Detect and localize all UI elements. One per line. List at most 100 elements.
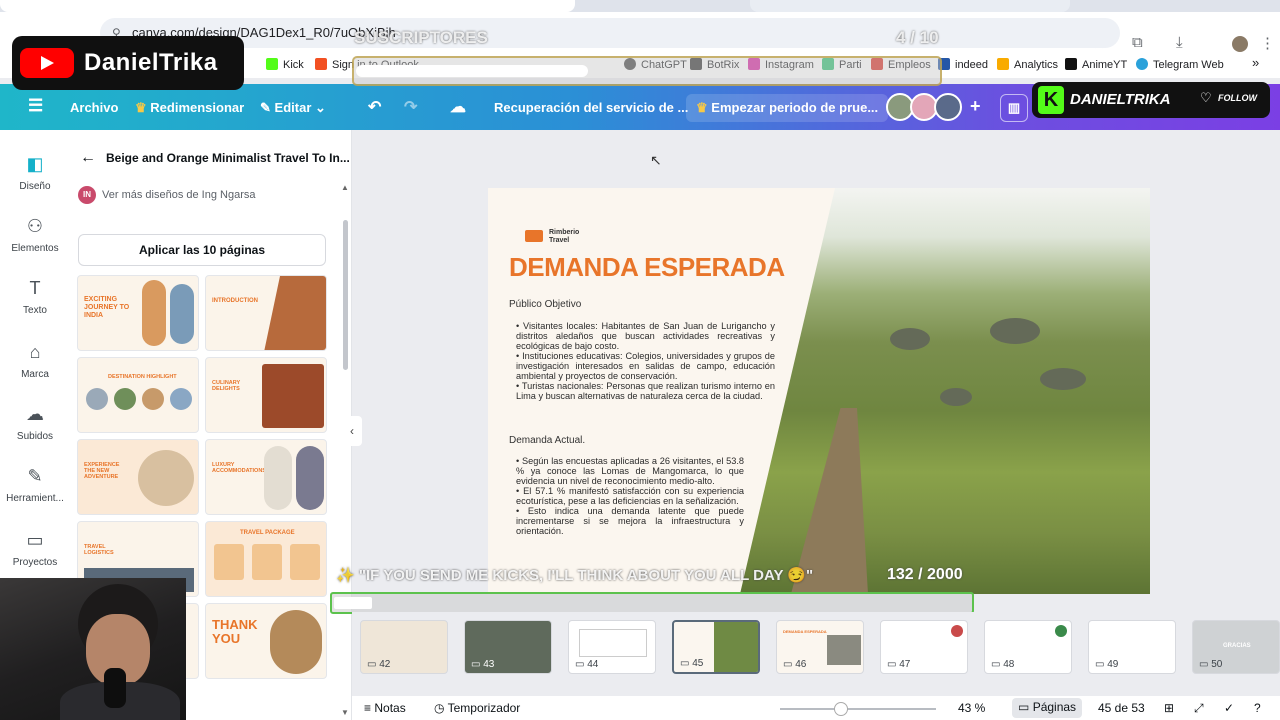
heart-icon: ♡ <box>1200 90 1212 105</box>
template-title: Beige and Orange Minimalist Travel To In… <box>106 151 350 165</box>
page-thumb[interactable]: ▭ 47 <box>880 620 968 674</box>
back-arrow-icon[interactable]: ← <box>80 149 96 167</box>
zoom-slider[interactable] <box>780 702 936 716</box>
template-page-thumb[interactable]: EXPERIENCE THE NEW ADVENTURE <box>77 439 199 515</box>
slide-section-heading[interactable]: Demanda Actual. <box>509 435 585 446</box>
slide-bullet: • Según las encuestas aplicadas a 26 vis… <box>516 456 744 486</box>
page-thumb[interactable]: ▭ 42 <box>360 620 448 674</box>
channel-name: DanielTrika <box>84 49 218 76</box>
page-thumb[interactable]: ▭ 49 <box>1088 620 1176 674</box>
template-page-thumb[interactable]: TRAVEL PACKAGE <box>205 521 327 597</box>
browser-tabstrip <box>0 0 1280 12</box>
slide-title[interactable]: DEMANDA ESPERADA <box>509 252 785 283</box>
tools-icon: ✎ <box>27 466 43 486</box>
zoom-level[interactable]: 43 % <box>958 701 985 715</box>
rail-item-uploads[interactable]: ☁ Subidos <box>0 404 70 442</box>
page-thumb[interactable]: GRACIAS ▭ 50 <box>1192 620 1280 674</box>
add-collaborator-icon[interactable]: + <box>970 96 981 117</box>
kick-logo-icon: K <box>1038 86 1064 114</box>
mouse-cursor-icon: ↖ <box>650 152 662 168</box>
download-icon[interactable]: ⤓ <box>1176 34 1183 51</box>
extensions-icon[interactable]: ⧉ <box>1132 34 1143 51</box>
folder-icon: ▭ <box>26 530 44 550</box>
more-bookmarks-icon[interactable]: » <box>1252 55 1259 70</box>
template-page-thumb[interactable]: LUXURY ACCOMMODATIONS <box>205 439 327 515</box>
author-link[interactable]: Ver más diseños de Ing Ngarsa <box>102 189 255 201</box>
left-nav-rail: ◧ Diseño ⚇ Elementos T Texto ⌂ Marca ☁ Subido… <box>0 130 70 580</box>
template-page-thumb[interactable]: THANK YOU <box>205 603 327 679</box>
page-thumb[interactable]: ▭ 48 <box>984 620 1072 674</box>
rail-item-projects[interactable]: ▭ Proyectos <box>0 530 70 568</box>
rail-item-tools[interactable]: ✎ Herramient... <box>0 466 70 504</box>
rail-item-elements[interactable]: ⚇ Elementos <box>0 216 70 254</box>
page-thumb[interactable]: ▭ 43 <box>464 620 552 674</box>
kick-channel-name: DANIELTRIKA <box>1070 91 1171 108</box>
check-icon[interactable]: ✓ <box>1224 701 1234 715</box>
slide-bullet-list[interactable]: • Según las encuestas aplicadas a 26 vis… <box>516 456 744 536</box>
address-bar[interactable]: ⚲ canva.com/design/DAG1Dex1_R0/7uObXiBjh <box>100 18 1120 48</box>
bookmark-animeyt[interactable]: AnimeYT <box>1065 58 1127 71</box>
rail-item-brand[interactable]: ⌂ Marca <box>0 342 70 380</box>
page-counter: 45 de 53 <box>1098 701 1145 715</box>
chevron-down-icon: ⌄ <box>315 100 326 115</box>
grid-view-icon[interactable]: ⊞ <box>1164 701 1174 715</box>
elements-icon: ⚇ <box>26 216 44 236</box>
start-trial-button[interactable]: ♛ Empezar periodo de prue... <box>686 94 889 122</box>
subscribers-progress-bar <box>352 56 942 86</box>
pencil-icon: ✎ <box>260 100 271 115</box>
rail-item-design[interactable]: ◧ Diseño <box>0 154 70 192</box>
redo-icon[interactable]: ↷ <box>404 97 417 117</box>
slide-brand: Rimberio Travel <box>549 229 580 244</box>
upload-icon: ☁ <box>26 404 44 424</box>
slide-section-heading[interactable]: Público Objetivo <box>509 299 581 310</box>
browser-tab[interactable] <box>750 0 1070 12</box>
menu-icon[interactable]: ⋮ <box>1260 34 1275 52</box>
bookmark-kick[interactable]: Kick <box>266 58 304 71</box>
pages-icon: ▭ <box>1018 700 1030 714</box>
timer-icon: ◷ <box>434 701 445 715</box>
slide-bullet: • Instituciones educativas: Colegios, un… <box>516 351 775 381</box>
hamburger-menu-icon[interactable]: ☰ <box>28 96 43 116</box>
undo-icon[interactable]: ↶ <box>368 97 381 117</box>
scroll-down-icon[interactable]: ▼ <box>341 708 349 717</box>
slide-bullet: • Esto indica una demanda latente que pu… <box>516 506 744 536</box>
file-menu[interactable]: Archivo <box>70 100 118 115</box>
text-icon: T <box>29 278 41 298</box>
cloud-sync-icon[interactable]: ☁ <box>450 97 466 117</box>
rail-item-text[interactable]: T Texto <box>0 278 70 316</box>
panel-scrollbar[interactable] <box>343 220 348 370</box>
youtube-logo-icon <box>20 48 74 78</box>
template-page-thumb[interactable]: CULINARY DELIGHTS <box>205 357 327 433</box>
sparkle-icon: ✨ <box>336 567 355 584</box>
collaborator-avatar[interactable] <box>934 93 962 121</box>
subscribers-label: SUSCRIPTORES <box>354 28 488 47</box>
page-thumb-active[interactable]: ▭ 45 <box>672 620 760 674</box>
profile-avatar[interactable] <box>1232 36 1248 52</box>
bookmark-telegram[interactable]: Telegram Web <box>1136 58 1224 71</box>
comment-count: ▭ 48 <box>991 659 1015 670</box>
pages-toggle[interactable]: ▭ Páginas <box>1012 698 1083 718</box>
help-icon[interactable]: ? <box>1254 701 1261 715</box>
template-page-thumb[interactable]: EXCITING JOURNEY TO INDIA <box>77 275 199 351</box>
template-page-thumb[interactable]: INTRODUCTION <box>205 275 327 351</box>
slide-bullet-list[interactable]: • Visitantes locales: Habitantes de San … <box>516 321 775 401</box>
bookmark-analytics[interactable]: Analytics <box>997 58 1058 71</box>
scroll-up-icon[interactable]: ▲ <box>341 183 349 192</box>
fullscreen-icon[interactable]: ⤢ <box>1194 701 1204 716</box>
bookmark-indeed[interactable]: indeed <box>938 58 988 71</box>
notes-icon: ≡ <box>364 701 372 715</box>
insights-icon[interactable]: ▥ <box>1000 94 1028 122</box>
sync-status-text[interactable]: Recuperación del servicio de ... <box>494 100 688 115</box>
apply-all-pages-button[interactable]: Aplicar las 10 páginas <box>78 234 326 266</box>
resize-button[interactable]: ♛ Redimensionar <box>135 100 244 116</box>
zoom-slider-handle[interactable] <box>834 702 848 716</box>
collapse-panel-icon[interactable]: ‹ <box>342 416 362 446</box>
edit-menu[interactable]: ✎ Editar ⌄ <box>260 100 326 116</box>
page-thumb[interactable]: ▭ 44 <box>568 620 656 674</box>
page-thumb[interactable]: DEMANDA ESPERADA ▭ 46 <box>776 620 864 674</box>
kicks-progress-fill <box>334 597 372 609</box>
timer-button[interactable]: ◷ Temporizador <box>434 701 520 715</box>
browser-tab-active[interactable] <box>0 0 575 12</box>
template-page-thumb[interactable]: DESTINATION HIGHLIGHT <box>77 357 199 433</box>
notes-button[interactable]: ≡ Notas <box>364 701 406 715</box>
